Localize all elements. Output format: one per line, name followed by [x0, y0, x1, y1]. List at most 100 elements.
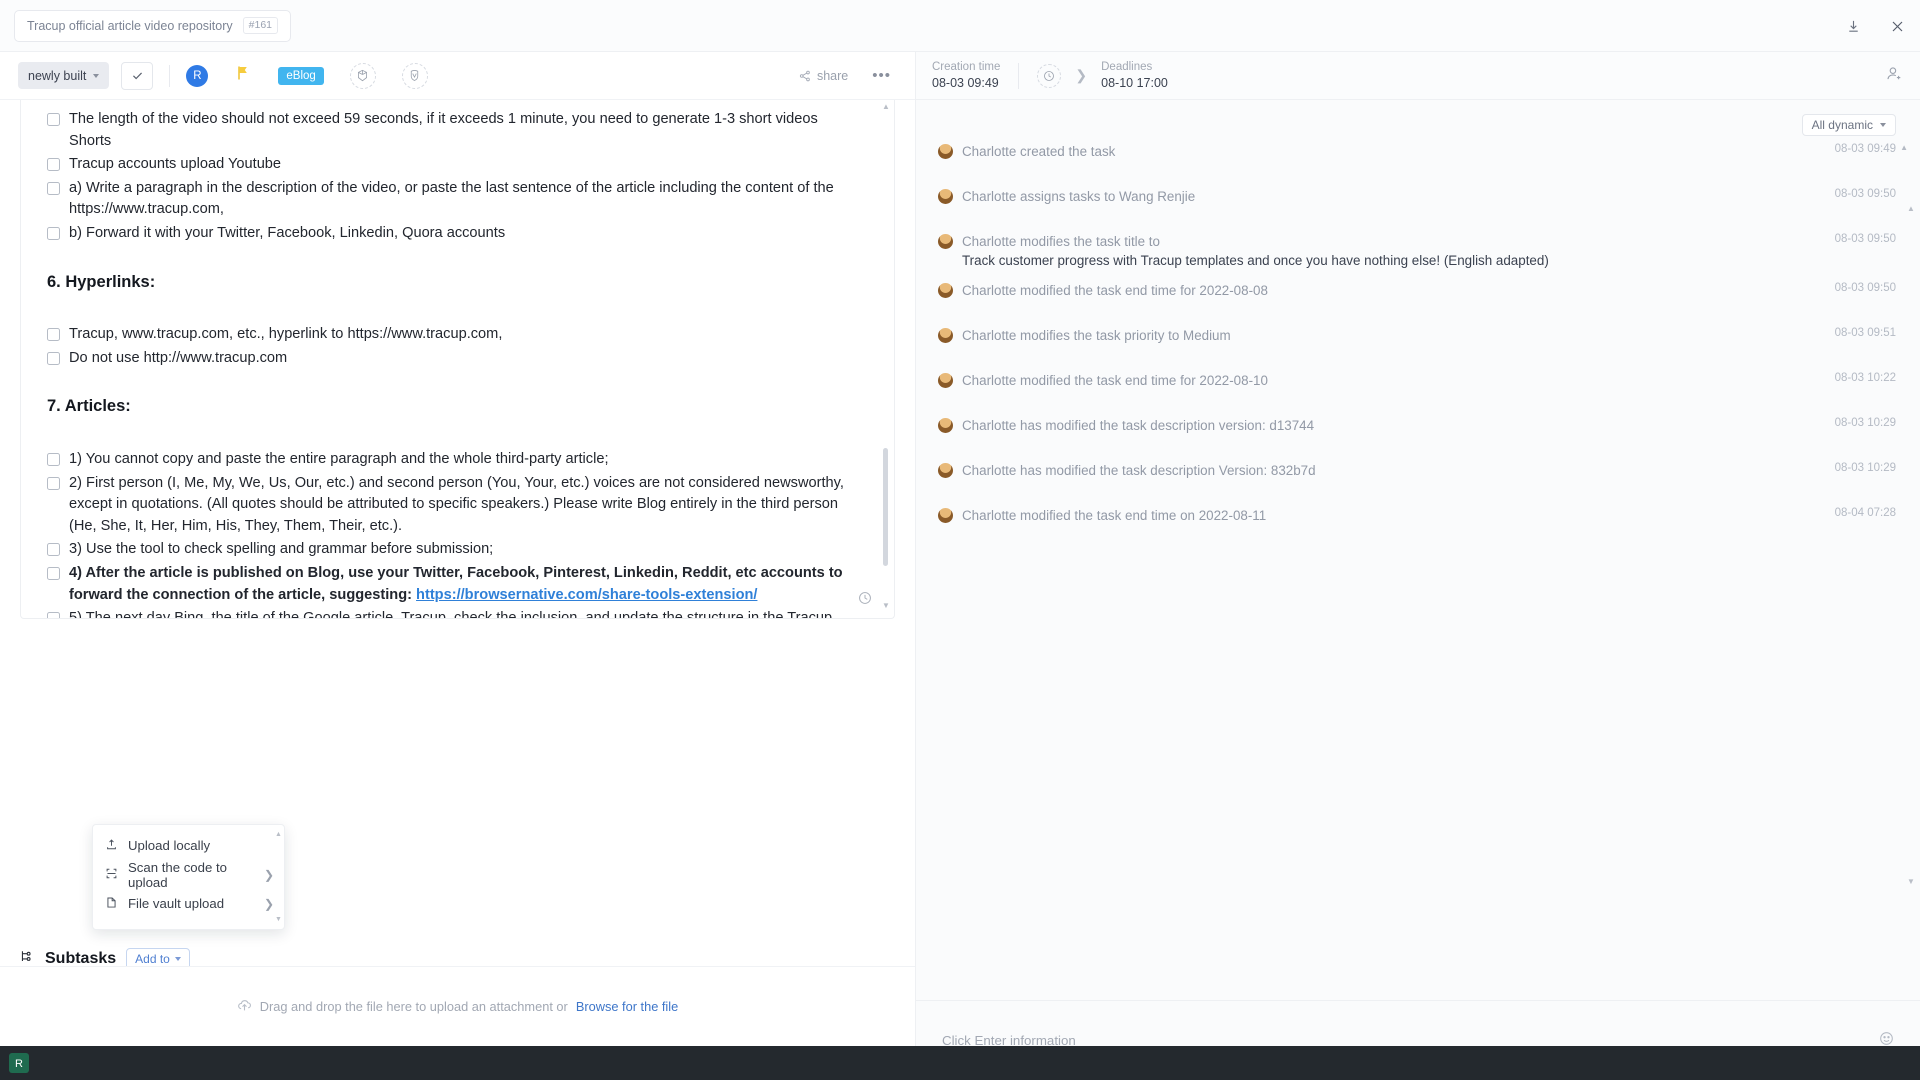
activity-entry: Charlotte modified the task end time for… — [916, 281, 1920, 315]
checklist-item-label: Do not use http://www.tracup.com — [69, 348, 864, 370]
activity-scroll-down[interactable]: ▼ — [1907, 877, 1915, 886]
clock-icon[interactable] — [1037, 64, 1061, 88]
activity-text: Charlotte has modified the task descript… — [962, 416, 1896, 435]
share-label: share — [817, 69, 848, 83]
checkbox[interactable] — [47, 543, 60, 556]
avatar — [938, 463, 953, 478]
checkbox[interactable] — [47, 612, 60, 618]
external-link[interactable]: https://browsernative.com/share-tools-ex… — [416, 587, 757, 603]
activity-scroll-up[interactable]: ▲ — [1907, 204, 1915, 213]
menu-item-upload-locally[interactable]: Upload locally — [93, 831, 284, 860]
tab-badge: #161 — [243, 17, 278, 34]
description-scrollbar[interactable]: ▲ ▼ — [883, 106, 888, 606]
description-checklist-item: 4) After the article is published on Blo… — [47, 562, 864, 607]
checkbox[interactable] — [47, 328, 60, 341]
deadline-value: 08-10 17:00 — [1101, 76, 1168, 90]
avatar — [938, 283, 953, 298]
checkbox[interactable] — [47, 227, 60, 240]
deadline-block[interactable]: Deadlines 08-10 17:00 — [1101, 61, 1168, 90]
document-tab[interactable]: Tracup official article video repository… — [14, 10, 291, 42]
collapse-icon[interactable]: ▲ — [1900, 143, 1908, 152]
activity-text: Charlotte modified the task end time for… — [962, 281, 1896, 300]
menu-scrollbar[interactable]: ▲ ▼ — [275, 831, 281, 923]
activity-timestamp: 08-03 09:50 — [1835, 282, 1896, 294]
checklist-item-label: 4) After the article is published on Blo… — [69, 563, 864, 606]
window-body: newly built R eBlog — [0, 52, 1920, 1080]
scroll-thumb[interactable] — [883, 448, 888, 566]
menu-scroll-up[interactable]: ▲ — [275, 831, 282, 838]
checkbox[interactable] — [47, 158, 60, 171]
toolbar-right-actions: share ••• — [789, 64, 899, 88]
description-checklist-item: The length of the video should not excee… — [47, 108, 864, 153]
description-checklist-item: a) Write a paragraph in the description … — [47, 177, 864, 222]
scroll-up-arrow[interactable]: ▲ — [882, 102, 890, 111]
activity-feed: Charlotte created the task08-03 09:49▲Ch… — [916, 100, 1920, 540]
history-clock-icon[interactable] — [858, 591, 872, 610]
activity-detail: Track customer progress with Tracup temp… — [962, 251, 1836, 270]
activity-filter-label: All dynamic — [1812, 118, 1873, 132]
checkbox[interactable] — [47, 453, 60, 466]
os-taskbar: R — [0, 1046, 1920, 1080]
activity-filter-dropdown[interactable]: All dynamic — [1802, 114, 1896, 136]
activity-entry: Charlotte has modified the task descript… — [916, 416, 1920, 450]
assignee-avatar[interactable]: R — [186, 65, 208, 87]
add-to-label: Add to — [135, 952, 170, 966]
attachment-dropzone[interactable]: Drag and drop the file here to upload an… — [0, 966, 915, 1046]
cube-icon[interactable] — [350, 63, 376, 89]
activity-text: Charlotte assigns tasks to Wang Renjie — [962, 187, 1896, 206]
menu-item-label: File vault upload — [128, 896, 224, 911]
upload-context-menu: Upload locally Scan the code to upload ❯ — [92, 824, 285, 930]
activity-scrollbar[interactable]: ▲ ▼ — [1908, 210, 1913, 880]
description-checklist-item: Tracup accounts upload Youtube — [47, 153, 864, 177]
activity-text: Charlotte modified the task end time for… — [962, 371, 1896, 390]
status-label: newly built — [28, 69, 86, 83]
checkbox[interactable] — [47, 567, 60, 580]
minimize-icon[interactable] — [1842, 15, 1864, 37]
activity-timestamp: 08-04 07:28 — [1835, 507, 1896, 519]
more-options-button[interactable]: ••• — [864, 65, 899, 86]
description-checklist-item: b) Forward it with your Twitter, Faceboo… — [47, 222, 864, 246]
menu-item-label: Scan the code to upload — [128, 860, 254, 890]
share-button[interactable]: share — [789, 64, 858, 88]
description-scroll[interactable]: The length of the video should not excee… — [21, 100, 894, 618]
menu-item-label: Upload locally — [128, 838, 210, 853]
menu-item-scan-code-upload[interactable]: Scan the code to upload ❯ — [93, 860, 284, 889]
activity-feed-area: All dynamic Charlotte created the task08… — [916, 100, 1920, 1000]
flag-icon[interactable] — [236, 65, 250, 86]
activity-entry: Charlotte assigns tasks to Wang Renjie08… — [916, 187, 1920, 221]
status-dropdown[interactable]: newly built — [18, 62, 109, 89]
activity-timestamp: 08-03 10:29 — [1835, 462, 1896, 474]
taskbar-app-icon[interactable]: R — [8, 1052, 30, 1074]
activity-text: Charlotte created the task — [962, 142, 1896, 161]
checklist-item-label: Tracup accounts upload Youtube — [69, 154, 864, 176]
mark-complete-button[interactable] — [121, 62, 153, 90]
checkbox[interactable] — [47, 113, 60, 126]
description-checklist-item: Tracup, www.tracup.com, etc., hyperlink … — [47, 323, 864, 347]
menu-item-file-vault-upload[interactable]: File vault upload ❯ — [93, 889, 284, 918]
chevron-right-icon: ❯ — [264, 897, 274, 911]
eblog-tag[interactable]: eBlog — [278, 67, 323, 85]
checkbox[interactable] — [47, 477, 60, 490]
scroll-down-arrow[interactable]: ▼ — [882, 601, 890, 610]
menu-scroll-down[interactable]: ▼ — [275, 916, 282, 923]
close-icon[interactable] — [1886, 15, 1908, 37]
activity-timestamp: 08-03 09:50 — [1835, 188, 1896, 200]
creation-time-block[interactable]: Creation time 08-03 09:49 — [932, 61, 1000, 90]
description-checklist-item: Do not use http://www.tracup.com — [47, 347, 864, 371]
avatar — [938, 144, 953, 159]
browse-file-link[interactable]: Browse for the file — [576, 999, 678, 1014]
activity-timestamp: 08-03 09:49 — [1835, 143, 1896, 155]
header-divider — [1018, 63, 1019, 89]
dates-header: Creation time 08-03 09:49 ❯ Deadlines 08… — [916, 52, 1920, 100]
toolbar-divider — [169, 65, 170, 87]
activity-entry: Charlotte has modified the task descript… — [916, 461, 1920, 495]
checkbox[interactable] — [47, 182, 60, 195]
window-controls — [1842, 0, 1908, 52]
window-titlebar: Tracup official article video repository… — [0, 0, 1920, 52]
activity-text: Charlotte modifies the task title toTrac… — [962, 232, 1896, 270]
person-add-icon[interactable] — [1885, 65, 1902, 87]
task-toolbar: newly built R eBlog — [0, 52, 915, 100]
checklist-item-label: b) Forward it with your Twitter, Faceboo… — [69, 223, 864, 245]
checkbox[interactable] — [47, 352, 60, 365]
shield-v-icon[interactable] — [402, 63, 428, 89]
